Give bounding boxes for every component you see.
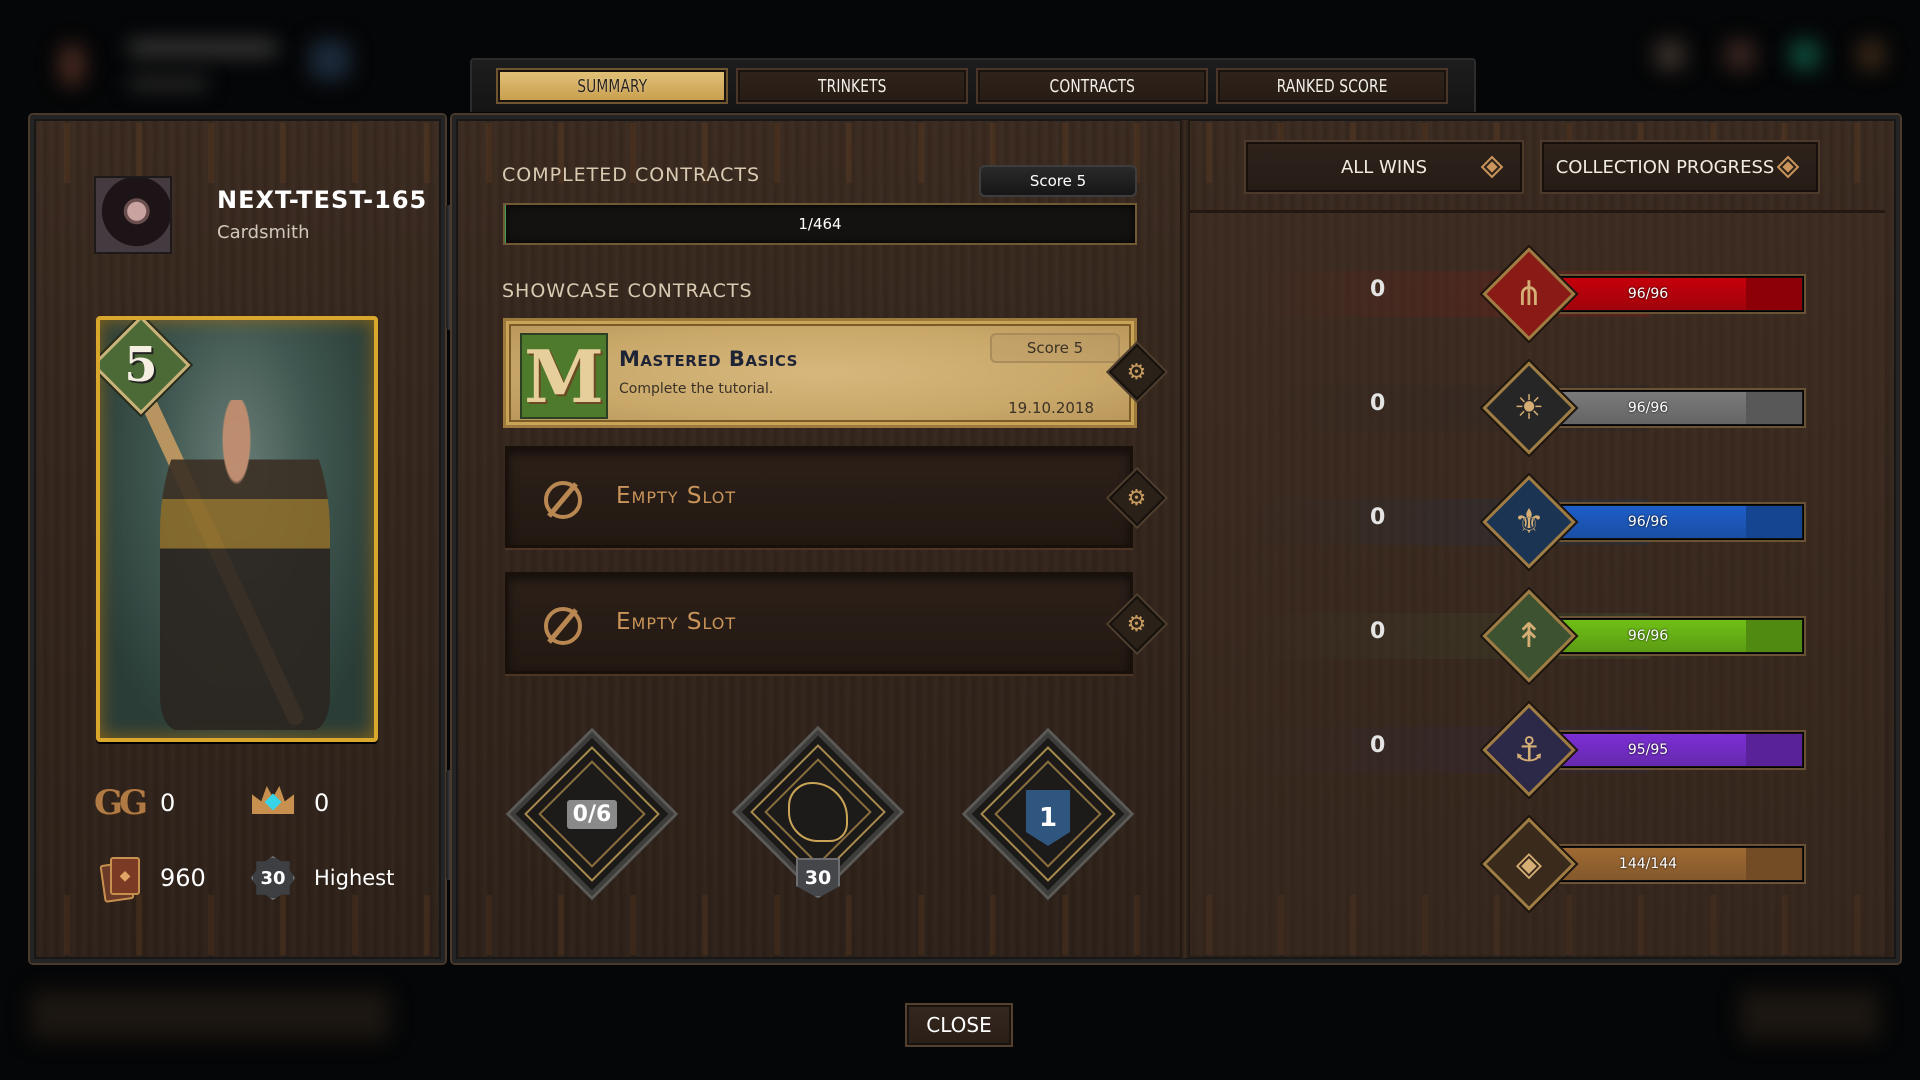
sort-collection-label: COLLECTION PROGRESS — [1555, 156, 1775, 178]
stat-rank-label: Highest — [314, 866, 395, 890]
rank-badge-icon: 30 — [250, 855, 296, 901]
sun-icon: ☀ — [1513, 388, 1545, 428]
crown-icon — [250, 780, 296, 826]
completed-contracts-title: Completed Contracts — [502, 164, 761, 186]
gear-icon: ⚙ — [1127, 485, 1147, 511]
contract-date: 19.10.2018 — [1008, 399, 1094, 417]
sort-collection-progress-button[interactable]: COLLECTION PROGRESS — [1540, 140, 1820, 194]
gear-icon: ⚙ — [1127, 611, 1147, 637]
close-button[interactable]: CLOSE — [905, 1003, 1013, 1047]
fleur-de-lis-icon: ⚜ — [1513, 502, 1545, 542]
bg-bottom-right — [1740, 990, 1880, 1040]
sort-all-wins-label: ALL WINS — [1340, 156, 1428, 178]
card-art-figure — [160, 400, 330, 730]
faction-row-nilfgaard[interactable]: 0 96/96 ☀ — [1190, 361, 1830, 455]
stat-gg-value: 0 — [160, 789, 176, 817]
close-label: CLOSE — [926, 1013, 992, 1037]
bg-icon-3 — [1790, 40, 1820, 70]
neutral-diamond-icon: ◈ — [1515, 844, 1543, 884]
card-power-value: 5 — [124, 337, 158, 393]
showcase-contract-card[interactable]: M Mastered Basics Complete the tutorial.… — [503, 318, 1137, 428]
contract-emblem-icon: M — [520, 333, 608, 419]
empty-slot-icon — [544, 481, 582, 519]
decor-spikes-top — [34, 123, 441, 183]
faction-wins: 0 — [1370, 733, 1386, 758]
tab-summary-label: SUMMARY — [576, 75, 648, 97]
empty-slot-label: Empty Slot — [616, 609, 737, 635]
tab-bar: SUMMARY TRINKETS CONTRACTS RANKED SCORE — [470, 58, 1476, 112]
faction-wins: 0 — [1370, 505, 1386, 530]
cards-icon — [96, 855, 142, 901]
tab-trinkets[interactable]: TRINKETS — [736, 68, 968, 104]
faction-row-skellige[interactable]: 0 95/95 ⚓ — [1190, 703, 1830, 797]
bg-name-text — [128, 40, 278, 56]
sort-all-wins-button[interactable]: ALL WINS — [1244, 140, 1524, 194]
empty-slot-icon — [544, 607, 582, 645]
sort-diamond-icon — [1480, 155, 1504, 179]
faction-wins: 0 — [1370, 619, 1386, 644]
bg-rank-shield — [310, 40, 350, 80]
completed-contracts-progress: 1/464 — [503, 203, 1137, 245]
decor-spikes-bottom — [34, 895, 441, 955]
player-name: NEXT-TEST-165 — [217, 186, 428, 214]
gg-icon: GG — [93, 783, 148, 823]
stat-gg: GG 0 — [93, 780, 176, 826]
bg-title-text — [128, 76, 208, 90]
panel-divider — [1180, 120, 1190, 958]
stat-rank: 30 Highest — [250, 855, 394, 901]
empty-slot-label: Empty Slot — [616, 483, 737, 509]
tab-summary[interactable]: SUMMARY — [496, 68, 728, 104]
claw-icon: ⋔ — [1514, 274, 1544, 314]
profile-card[interactable]: 5 — [96, 316, 378, 742]
contract-score: Score 5 — [990, 333, 1120, 363]
stat-crowns-value: 0 — [314, 789, 330, 817]
faction-wins: 0 — [1370, 277, 1386, 302]
bg-bottom-left — [30, 990, 390, 1040]
crowns-progress-text: 0/6 — [566, 799, 618, 829]
completed-score-plate: Score 5 — [979, 165, 1137, 197]
gear-icon: ⚙ — [1127, 359, 1147, 385]
tab-ranked-score[interactable]: RANKED SCORE — [1216, 68, 1448, 104]
level-silhouette-icon — [760, 754, 876, 870]
contract-title: Mastered Basics — [619, 347, 798, 371]
faction-wins: 0 — [1370, 391, 1386, 416]
stat-crowns: 0 — [250, 780, 329, 826]
showcase-empty-slot[interactable]: Empty Slot — [505, 572, 1133, 674]
showcase-empty-slot[interactable]: Empty Slot — [505, 446, 1133, 548]
bg-icon-4 — [1858, 40, 1884, 70]
stat-cards-value: 960 — [160, 864, 206, 892]
rank-value: 30 — [251, 856, 295, 900]
tab-contracts-label: CONTRACTS — [1049, 75, 1135, 97]
bg-icon-1 — [1655, 40, 1685, 70]
faction-row-neutral[interactable]: 144/144 ◈ — [1190, 817, 1830, 911]
contract-emblem-letter: M — [524, 333, 604, 419]
arrows-icon: ↟ — [1514, 616, 1544, 656]
faction-row-monsters[interactable]: 0 96/96 ⋔ — [1190, 247, 1830, 341]
tab-contracts[interactable]: CONTRACTS — [976, 68, 1208, 104]
faction-row-scoiatael[interactable]: 0 96/96 ↟ — [1190, 589, 1830, 683]
avatar[interactable] — [94, 176, 172, 254]
sort-diamond-icon — [1776, 155, 1800, 179]
crowns-badge-value: 0/6 — [534, 756, 650, 872]
faction-row-northern-realms[interactable]: 0 96/96 ⚜ — [1190, 475, 1830, 569]
ship-icon: ⚓ — [1513, 730, 1545, 770]
bg-avatar — [60, 45, 84, 85]
bg-icon-2 — [1725, 40, 1755, 70]
showcase-contracts-title: Showcase Contracts — [502, 280, 753, 302]
tab-trinkets-label: TRINKETS — [817, 75, 887, 97]
contract-description: Complete the tutorial. — [619, 381, 774, 397]
progress-text: 1/464 — [798, 215, 842, 233]
tab-ranked-score-label: RANKED SCORE — [1276, 75, 1388, 97]
player-title[interactable]: Cardsmith — [217, 222, 310, 243]
stat-cards: 960 — [96, 855, 206, 901]
